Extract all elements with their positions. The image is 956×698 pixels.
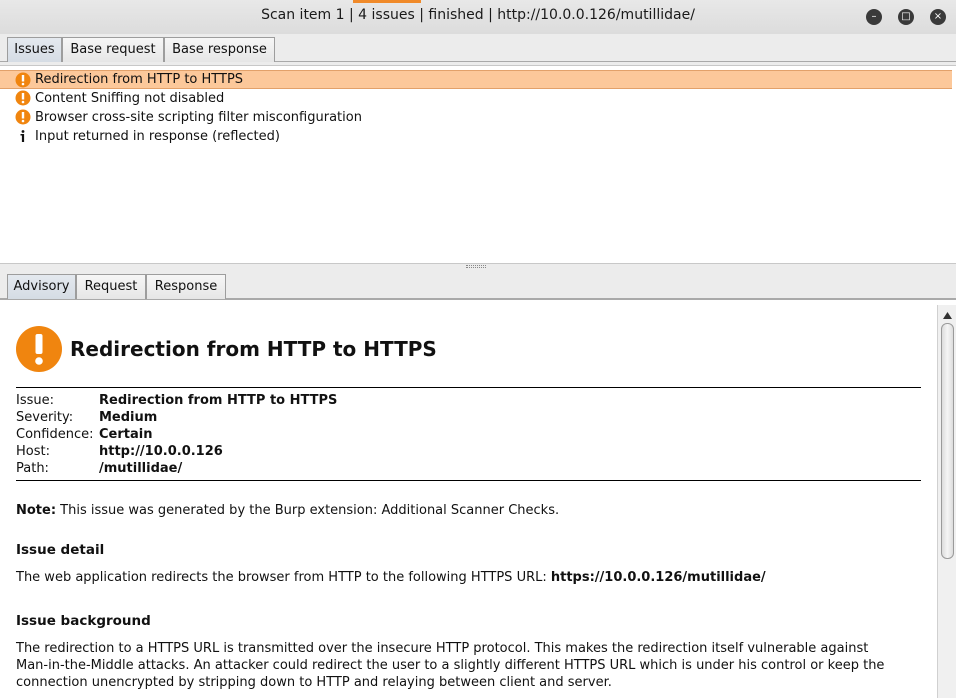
maximize-icon[interactable]: □ [898,9,914,25]
window-titlebar: Scan item 1 | 4 issues | finished | http… [0,0,956,34]
tab-base-request[interactable]: Base request [62,37,164,62]
meta-value: Medium [99,410,158,425]
info-icon [20,130,25,142]
divider [16,387,921,388]
tab-request[interactable]: Request [76,274,146,299]
meta-key: Path: [16,461,49,476]
close-icon[interactable]: × [930,9,946,25]
tab-response[interactable]: Response [146,274,226,299]
pane-splitter[interactable] [466,265,486,268]
note-text: Note: This issue was generated by the Bu… [16,502,896,519]
issue-label: Content Sniffing not disabled [35,91,225,106]
window-title: Scan item 1 | 4 issues | finished | http… [261,7,695,23]
note-label: Note: [16,503,57,518]
issue-background-heading: Issue background [16,613,151,629]
meta-key: Issue: [16,393,54,408]
note-body: This issue was generated by the Burp ext… [56,503,560,518]
meta-value: /mutillidae/ [99,461,183,476]
warning-icon [15,90,31,106]
issue-label: Input returned in response (reflected) [35,129,280,144]
meta-key: Severity: [16,410,74,425]
detail-tabbar: Advisory Request Response [0,271,956,299]
tab-advisory[interactable]: Advisory [7,274,76,299]
divider [16,480,921,481]
issue-detail-text: The web application redirects the browse… [16,569,896,586]
advisory-pane: Redirection from HTTP to HTTPS Issue: Re… [0,299,956,698]
issue-detail-heading: Issue detail [16,542,105,558]
issues-list: Redirection from HTTP to HTTPS Content S… [0,65,956,264]
meta-value: Redirection from HTTP to HTTPS [99,393,338,408]
meta-key: Host: [16,444,50,459]
minimize-icon[interactable]: – [866,9,882,25]
tab-issues[interactable]: Issues [7,37,62,62]
meta-value: Certain [99,427,153,442]
issue-tabbar: Issues Base request Base response [0,34,956,62]
detail-body: The web application redirects the browse… [16,570,551,585]
issue-row[interactable]: Content Sniffing not disabled [0,89,952,108]
meta-key: Confidence: [16,427,94,442]
meta-value: http://10.0.0.126 [99,444,223,459]
issue-row[interactable]: Browser cross-site scripting filter misc… [0,108,952,127]
warning-icon [15,72,31,88]
scroll-up-arrow-icon[interactable] [941,310,954,322]
issue-row[interactable]: Redirection from HTTP to HTTPS [0,70,952,89]
issue-label: Browser cross-site scripting filter misc… [35,110,362,125]
warning-icon [15,109,31,125]
issue-background-text: The redirection to a HTTPS URL is transm… [16,641,885,690]
advisory-scrollbar[interactable] [937,305,956,698]
issue-label: Redirection from HTTP to HTTPS [35,72,244,87]
detail-url: https://10.0.0.126/mutillidae/ [550,570,766,585]
issue-row[interactable]: Input returned in response (reflected) [0,127,952,146]
title-accent [353,0,421,3]
scrollbar-thumb[interactable] [941,323,954,559]
warning-icon [16,326,62,372]
advisory-title: Redirection from HTTP to HTTPS [70,337,437,361]
tab-base-response[interactable]: Base response [164,37,275,62]
